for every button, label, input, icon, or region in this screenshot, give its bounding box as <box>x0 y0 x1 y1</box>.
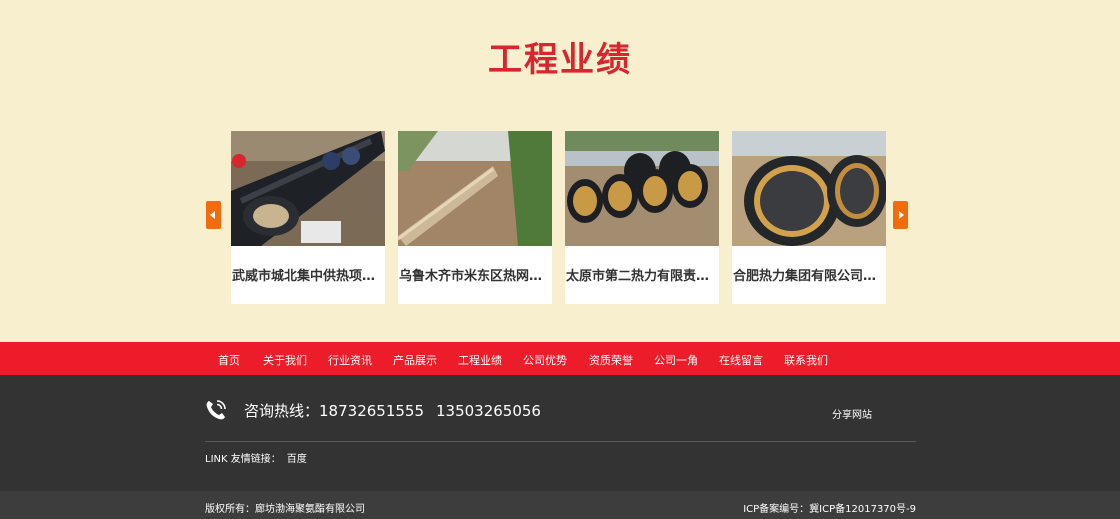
project-image-2 <box>398 131 552 246</box>
carousel-prev-button[interactable] <box>206 201 221 229</box>
share-site-button[interactable]: 分享网站 <box>832 406 872 421</box>
project-caption-3: 太原市第二热力有限责任… <box>566 269 719 284</box>
hotline: 咨询热线：18732651555 13503265056 <box>244 400 541 421</box>
project-card-2[interactable]: 乌鲁木齐市米东区热网工… <box>398 131 552 304</box>
hotline-number-1: 18732651555 <box>319 402 424 420</box>
project-card-3[interactable]: 太原市第二热力有限责任… <box>565 131 719 304</box>
nav-item-projects[interactable]: 工程业绩 <box>458 352 502 368</box>
carousel-next-button[interactable] <box>893 201 908 229</box>
friend-links: LINK 友情链接： 百度 <box>205 450 307 465</box>
main-nav: 首页 关于我们 行业资讯 产品展示 工程业绩 公司优势 资质荣誉 公司一角 在线… <box>0 342 1120 375</box>
hotline-number-2: 13503265056 <box>436 402 541 420</box>
project-image-3 <box>565 131 719 246</box>
nav-item-advantages[interactable]: 公司优势 <box>523 352 567 368</box>
phone-icon <box>204 398 228 422</box>
project-image-1 <box>231 131 385 246</box>
icp-record[interactable]: ICP备案编号：冀ICP备12017370号-9 <box>743 500 916 515</box>
friend-links-label: LINK 友情链接： <box>205 454 281 465</box>
footer: 咨询热线：18732651555 13503265056 分享网站 LINK 友情… <box>0 375 1120 491</box>
project-image-4 <box>732 131 886 246</box>
nav-item-honors[interactable]: 资质荣誉 <box>589 352 633 368</box>
project-caption-2: 乌鲁木齐市米东区热网工… <box>399 269 552 284</box>
project-card-4[interactable]: 合肥热力集团有限公司直… <box>732 131 886 304</box>
hotline-label: 咨询热线： <box>244 402 320 420</box>
project-card-1[interactable]: 武威市城北集中供热项目… <box>231 131 385 304</box>
copyright-bar: 版权所有：廊坊渤海聚氨酯有限公司 ICP备案编号：冀ICP备12017370号-… <box>0 491 1120 519</box>
friend-link-baidu[interactable]: 百度 <box>287 454 307 465</box>
nav-item-news[interactable]: 行业资讯 <box>328 352 372 368</box>
footer-divider <box>205 441 916 442</box>
section-title: 工程业绩 <box>488 40 632 80</box>
nav-item-contact[interactable]: 联系我们 <box>784 352 828 368</box>
nav-item-home[interactable]: 首页 <box>218 352 240 368</box>
project-caption-4: 合肥热力集团有限公司直… <box>733 269 886 284</box>
projects-section: 工程业绩 武威市城北集中供热项目… 乌鲁木齐市米东区热网工… 太原市第二热力有限… <box>0 0 1120 342</box>
project-caption-1: 武威市城北集中供热项目… <box>232 269 385 284</box>
nav-item-gallery[interactable]: 公司一角 <box>654 352 698 368</box>
nav-item-message[interactable]: 在线留言 <box>719 352 763 368</box>
nav-item-products[interactable]: 产品展示 <box>393 352 437 368</box>
nav-item-about[interactable]: 关于我们 <box>263 352 307 368</box>
copyright-text: 版权所有：廊坊渤海聚氨酯有限公司 <box>205 504 365 515</box>
